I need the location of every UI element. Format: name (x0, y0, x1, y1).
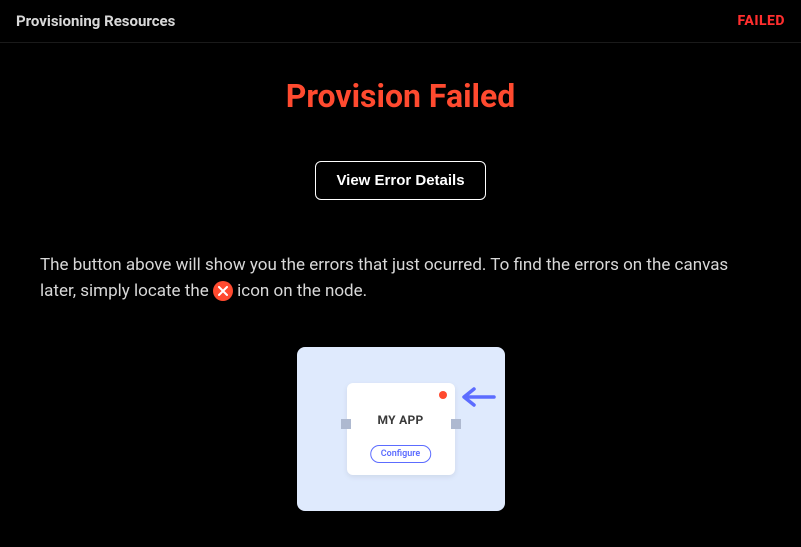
description-post: icon on the node. (237, 281, 367, 301)
node-handle-left-icon (341, 419, 351, 429)
status-badge: FAILED (737, 13, 785, 29)
error-circle-icon (213, 281, 233, 301)
node-card: MY APP Configure (347, 383, 455, 475)
node-handle-right-icon (451, 419, 461, 429)
content-area: Provision Failed View Error Details The … (0, 43, 801, 541)
page-heading: Provision Failed (40, 77, 761, 115)
header-bar: Provisioning Resources FAILED (0, 0, 801, 43)
description-pre: The button above will show you the error… (40, 255, 728, 301)
illustration-wrapper: MY APP Configure (40, 347, 761, 511)
header-title: Provisioning Resources (16, 12, 175, 30)
description-text: The button above will show you the error… (40, 252, 761, 305)
canvas-illustration: MY APP Configure (297, 347, 505, 511)
node-configure-button: Configure (370, 445, 432, 463)
pointer-arrow-icon (460, 387, 496, 411)
node-error-dot-icon (439, 391, 447, 399)
view-error-details-button[interactable]: View Error Details (315, 161, 485, 200)
node-title: MY APP (347, 413, 455, 427)
